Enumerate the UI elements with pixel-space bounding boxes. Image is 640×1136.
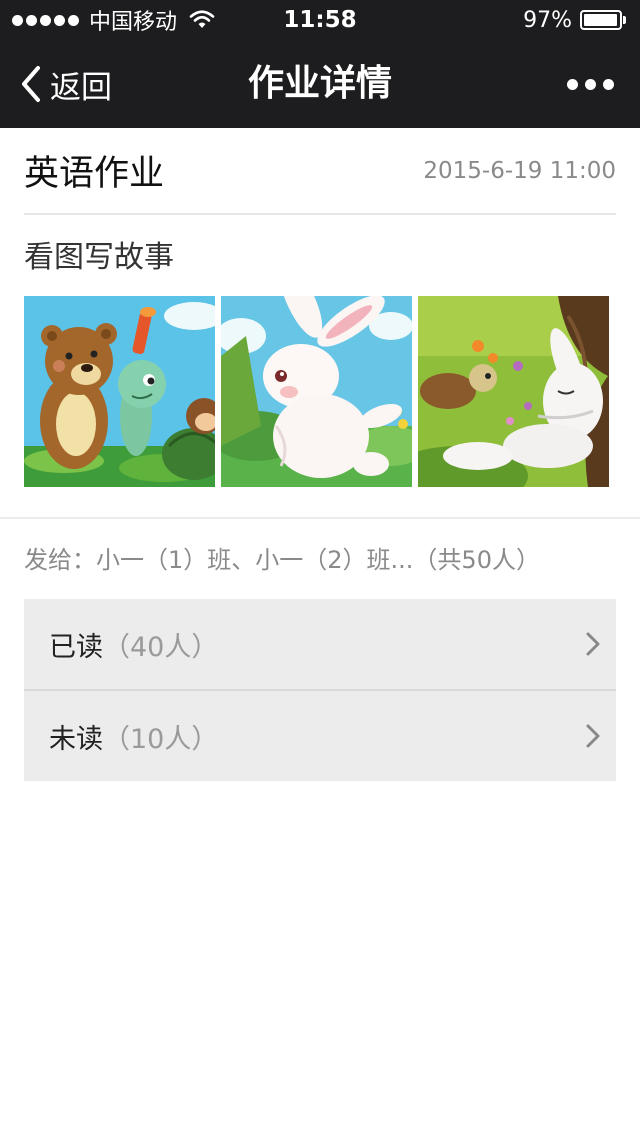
read-status-list: 已读（40人） 未读（10人）: [24, 599, 616, 781]
carrier-name: 中国移动: [89, 10, 178, 35]
more-dots-icon[interactable]: [567, 40, 614, 128]
chevron-right-icon: [586, 724, 600, 748]
section-divider: [0, 517, 640, 519]
homework-timestamp: 2015-6-19 11:00: [423, 157, 616, 184]
unread-row-text: 未读（10人）: [49, 717, 218, 756]
wifi-icon: [189, 10, 215, 28]
rabbit-sleeping-picture[interactable]: [418, 296, 609, 487]
read-label: 已读: [49, 631, 103, 663]
unread-label: 未读: [49, 723, 103, 755]
read-row[interactable]: 已读（40人）: [24, 599, 616, 689]
homework-detail-screen: 中国移动 11:58 97% 返回 作业详情 英语作业 2015-6-19 11…: [0, 0, 640, 1136]
navigation-bar: 返回 作业详情: [0, 40, 640, 128]
recipients-text: 发给：小一（1）班、小一（2）班...（共50人）: [24, 546, 540, 574]
homework-header: 英语作业 2015-6-19 11:00: [24, 128, 616, 215]
status-right: 97%: [523, 8, 626, 33]
status-bar: 中国移动 11:58 97%: [0, 0, 640, 40]
status-left: 中国移动: [12, 4, 215, 36]
unread-count: （10人）: [103, 723, 219, 755]
battery-percent: 97%: [523, 7, 572, 33]
rabbit-running-picture[interactable]: [221, 296, 412, 487]
chevron-right-icon: [586, 632, 600, 656]
unread-row[interactable]: 未读（10人）: [24, 689, 616, 781]
bear-and-turtle-picture[interactable]: [24, 296, 215, 487]
page-title: 作业详情: [247, 63, 392, 104]
signal-dots-icon: [12, 14, 79, 26]
homework-title: 英语作业: [24, 154, 165, 194]
homework-description: 看图写故事: [24, 240, 174, 275]
read-row-text: 已读（40人）: [49, 625, 218, 664]
image-gallery: [24, 296, 609, 487]
read-count: （40人）: [103, 631, 219, 663]
battery-icon: [580, 10, 626, 30]
